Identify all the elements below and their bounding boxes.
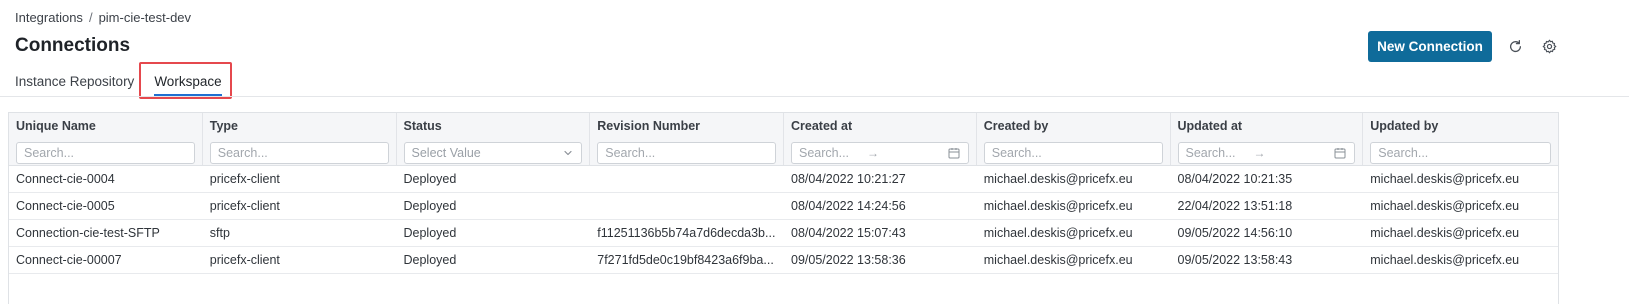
status-select[interactable]: Select Value [403,142,583,164]
column-header-unique-name: Unique Name [9,113,203,165]
cell-created-at: 08/04/2022 10:21:27 [791,172,906,186]
cell-revision-number: f11251136b5b74a7d6decda3b... [597,226,776,240]
table-header: Unique Name Type Status Select Value Rev… [9,113,1558,166]
cell-updated-at: 09/05/2022 13:58:43 [1177,253,1293,267]
cell-status: Deployed [403,172,457,186]
column-label: Status [403,119,442,133]
page-title: Connections [15,35,131,56]
gear-icon[interactable] [1541,38,1557,54]
status-select-placeholder: Select Value [411,146,481,160]
table-row[interactable]: Connect-cie-0005 pricefx-client Deployed… [9,193,1558,220]
cell-unique-name: Connect-cie-00007 [16,253,122,267]
cell-updated-by: michael.deskis@pricefx.eu [1370,253,1520,267]
cell-unique-name: Connection-cie-test-SFTP [16,226,160,240]
tabs-divider [0,96,1629,97]
column-header-created-by: Created by [977,113,1171,165]
column-label: Updated at [1177,119,1243,133]
cell-created-at: 09/05/2022 13:58:36 [791,253,906,267]
refresh-icon[interactable] [1507,38,1523,54]
column-header-updated-by: Updated by [1363,113,1558,165]
created-by-search-field[interactable] [983,142,1163,164]
cell-updated-at: 08/04/2022 10:21:35 [1177,172,1293,186]
cell-created-at: 08/04/2022 14:24:56 [791,199,906,213]
cell-created-by: michael.deskis@pricefx.eu [983,172,1133,186]
cell-type: pricefx-client [209,199,280,213]
range-arrow-icon: → [867,146,879,160]
updated-by-search-input[interactable] [1378,146,1543,160]
cell-updated-by: michael.deskis@pricefx.eu [1370,172,1520,186]
new-connection-button[interactable]: New Connection [1368,31,1492,62]
tab-label: Workspace [154,74,222,89]
column-header-status: Status Select Value [397,113,591,165]
calendar-icon[interactable] [948,147,960,159]
cell-created-at: 08/04/2022 15:07:43 [791,226,906,240]
cell-revision-number: 7f271fd5de0c19bf8423a6f9ba... [597,253,774,267]
breadcrumb: Integrations / pim-cie-test-dev [15,10,191,25]
column-header-revision-number: Revision Number [590,113,784,165]
column-label: Updated by [1370,119,1439,133]
created-by-search-input[interactable] [991,146,1155,160]
column-header-created-at: Created at → [784,113,977,165]
cell-updated-at: 09/05/2022 14:56:10 [1177,226,1293,240]
column-label: Revision Number [597,119,701,133]
table-row[interactable]: Connect-cie-00007 pricefx-client Deploye… [9,247,1558,274]
column-label: Created at [791,119,853,133]
revision-number-search-input[interactable] [605,146,768,160]
tab-label: Instance Repository [15,74,135,89]
created-at-from-input[interactable] [799,146,863,160]
cell-created-by: michael.deskis@pricefx.eu [983,253,1133,267]
cell-status: Deployed [403,226,457,240]
cell-type: sftp [209,226,230,240]
cell-unique-name: Connect-cie-0005 [16,199,115,213]
cell-created-by: michael.deskis@pricefx.eu [983,199,1133,213]
table-body: Connect-cie-0004 pricefx-client Deployed… [9,166,1558,274]
column-label: Created by [983,119,1049,133]
revision-number-search-field[interactable] [597,142,776,164]
cell-unique-name: Connect-cie-0004 [16,172,115,186]
type-search-field[interactable] [209,142,389,164]
cell-updated-by: michael.deskis@pricefx.eu [1370,226,1520,240]
breadcrumb-separator: / [88,10,93,25]
cell-type: pricefx-client [209,172,280,186]
updated-by-search-field[interactable] [1370,142,1551,164]
column-label: Unique Name [16,119,96,133]
breadcrumb-root-link[interactable]: Integrations [15,10,83,25]
cell-created-by: michael.deskis@pricefx.eu [983,226,1133,240]
type-search-input[interactable] [217,146,381,160]
column-label: Type [209,119,238,133]
updated-at-date-range[interactable]: → [1177,142,1356,164]
cell-status: Deployed [403,253,457,267]
column-header-updated-at: Updated at → [1171,113,1364,165]
table-row[interactable]: Connection-cie-test-SFTP sftp Deployed f… [9,220,1558,247]
chevron-down-icon [564,150,572,156]
cell-type: pricefx-client [209,253,280,267]
cell-updated-by: michael.deskis@pricefx.eu [1370,199,1520,213]
column-header-type: Type [203,113,397,165]
updated-at-from-input[interactable] [1185,146,1250,160]
connections-table: Unique Name Type Status Select Value Rev… [8,112,1559,304]
range-arrow-icon: → [1253,146,1266,160]
cell-status: Deployed [403,199,457,213]
cell-updated-at: 22/04/2022 13:51:18 [1177,199,1293,213]
created-at-date-range[interactable]: → [791,142,969,164]
unique-name-search-field[interactable] [16,142,195,164]
calendar-icon[interactable] [1334,147,1346,159]
table-row[interactable]: Connect-cie-0004 pricefx-client Deployed… [9,166,1558,193]
unique-name-search-input[interactable] [24,146,187,160]
breadcrumb-current: pim-cie-test-dev [98,10,192,25]
